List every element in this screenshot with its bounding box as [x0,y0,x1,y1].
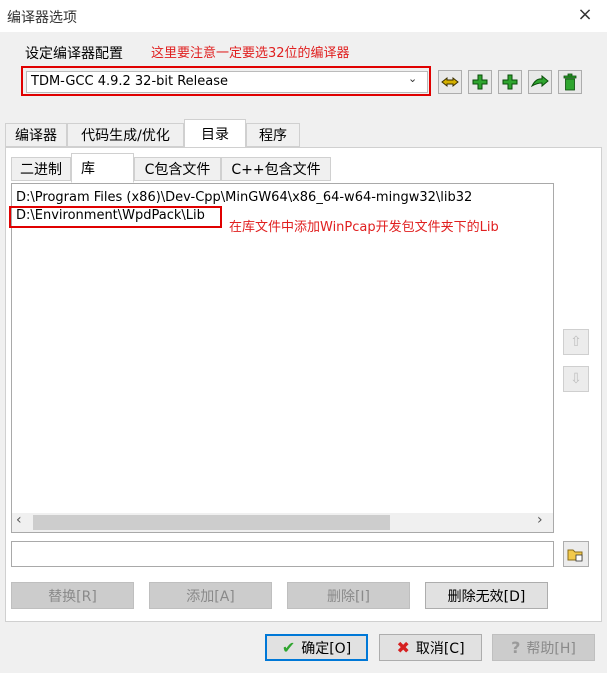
trash-icon [563,73,577,91]
delete-config-button[interactable] [558,70,582,94]
tab-compiler[interactable]: 编译器 [5,123,67,147]
scroll-right-icon[interactable]: › [537,512,543,528]
window-title: 编译器选项 [7,10,77,26]
highlight-box-lib [9,206,222,228]
rename-config-button[interactable] [438,70,462,94]
tab-libraries[interactable]: 库 [71,153,134,183]
compiler-config-label: 设定编译器配置 [25,46,123,62]
annotation-32bit: 这里要注意一定要选32位的编译器 [151,46,350,61]
delete-invalid-button[interactable]: 删除无效[D] [425,582,548,609]
folder-icon [567,549,583,562]
move-up-button[interactable]: ⇧ [563,329,589,355]
help-button[interactable]: ? 帮助[H] [492,634,595,661]
scroll-left-icon[interactable]: ‹ [16,512,22,528]
highlight-box-compiler [21,66,431,96]
ok-button[interactable]: ✔ 确定[O] [265,634,368,661]
tab-directories[interactable]: 目录 [184,119,246,148]
replace-button[interactable]: 替换[R] [11,582,134,609]
cancel-label: 取消[C] [415,640,465,657]
annotation-lib: 在库文件中添加WinPcap开发包文件夹下的Lib [229,220,499,235]
checkmark-icon: ✔ [281,638,296,657]
tab-binaries[interactable]: 二进制 [11,157,71,181]
help-icon: ? [511,638,521,657]
copy-config-button[interactable] [498,70,522,94]
rename-arrows-icon [441,76,459,88]
scrollbar-thumb[interactable] [33,515,390,530]
delete-button[interactable]: 删除[I] [287,582,410,609]
import-config-button[interactable] [528,70,552,94]
arrow-right-icon [531,75,549,88]
tab-programs[interactable]: 程序 [246,123,300,147]
close-icon[interactable]: × [574,4,596,26]
library-dir-list[interactable] [11,183,554,533]
x-icon: ✖ [396,638,410,657]
plus-icon [502,74,518,90]
tab-cpp-includes[interactable]: C++包含文件 [221,157,331,181]
move-down-button[interactable]: ⇩ [563,366,589,392]
add-button[interactable]: 添加[A] [149,582,272,609]
help-label: 帮助[H] [526,640,576,657]
arrow-down-icon: ⇩ [570,371,582,387]
list-item[interactable]: D:\Program Files (x86)\Dev-Cpp\MinGW64\x… [16,190,472,205]
title-bar [0,0,607,32]
browse-folder-button[interactable] [563,541,589,567]
tab-codegen[interactable]: 代码生成/优化 [67,123,184,147]
tab-c-includes[interactable]: C包含文件 [134,157,221,181]
arrow-up-icon: ⇧ [570,334,582,350]
cancel-button[interactable]: ✖ 取消[C] [379,634,482,661]
path-input[interactable] [11,541,554,567]
add-config-button[interactable] [468,70,492,94]
plus-icon [472,74,488,90]
ok-label: 确定[O] [301,640,352,657]
